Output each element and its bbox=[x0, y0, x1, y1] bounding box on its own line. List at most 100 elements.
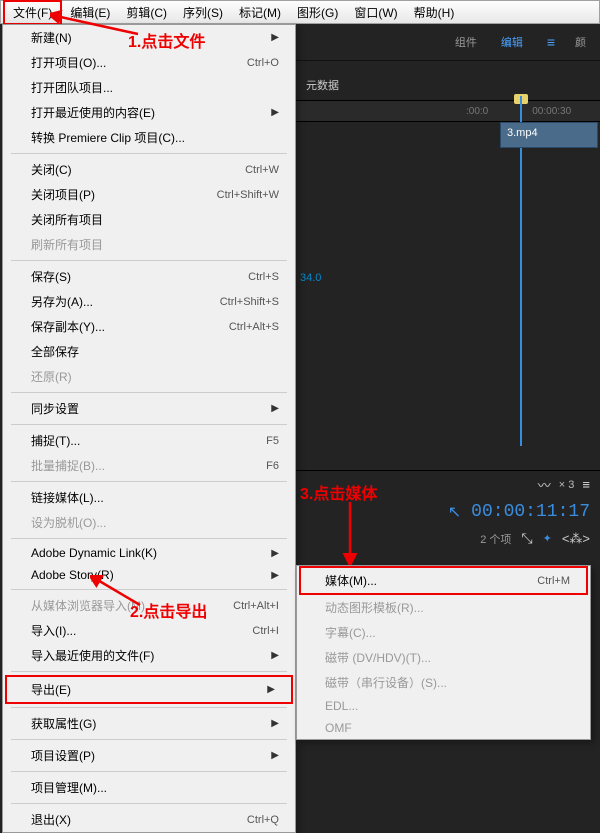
timecode-display[interactable]: 00:00:11:17 bbox=[471, 502, 590, 522]
items-count: 2 个项 bbox=[480, 531, 511, 547]
file-menu-item-23: 设为脱机(O)... bbox=[3, 510, 295, 535]
file-menu-item-8[interactable]: 关闭所有项目 bbox=[3, 207, 295, 232]
file-menu-item-14[interactable]: 全部保存 bbox=[3, 339, 295, 364]
export-menu-item-2: 字幕(C)... bbox=[297, 620, 590, 645]
file-menu-item-label: 关闭项目(P) bbox=[31, 186, 95, 203]
timeline-ruler[interactable]: :00:0 00:00:30 bbox=[296, 100, 600, 122]
file-menu-item-11[interactable]: 保存(S)Ctrl+S bbox=[3, 264, 295, 289]
ruler-tc1: :00:0 bbox=[466, 106, 488, 117]
submenu-arrow-icon: ▶ bbox=[271, 32, 279, 43]
menu-marker[interactable]: 标记(M) bbox=[231, 2, 289, 23]
file-menu-item-label: 导入(I)... bbox=[31, 622, 76, 639]
menu-edit[interactable]: 编辑(E) bbox=[62, 2, 118, 23]
file-menu-item-2[interactable]: 打开团队项目... bbox=[3, 75, 295, 100]
export-menu-item-label: 磁带（串行设备）(S)... bbox=[325, 674, 447, 691]
export-menu-item-5: EDL... bbox=[297, 695, 590, 717]
export-menu-item-label: EDL... bbox=[325, 699, 358, 713]
file-menu-item-label: 从媒体浏览器导入(M) bbox=[31, 597, 145, 614]
menu-help[interactable]: 帮助(H) bbox=[406, 2, 463, 23]
file-menu-item-label: 获取属性(G) bbox=[31, 715, 96, 732]
file-menu-item-12[interactable]: 另存为(A)... Ctrl+Shift+S bbox=[3, 289, 295, 314]
export-menu-item-label: 字幕(C)... bbox=[325, 624, 376, 641]
file-menu-shortcut: Ctrl+Shift+W bbox=[217, 189, 279, 201]
file-menu-item-label: Adobe Story(R) bbox=[31, 568, 114, 582]
file-menu-item-label: 还原(R) bbox=[31, 368, 72, 385]
export-menu-item-label: 磁带 (DV/HDV)(T)... bbox=[325, 649, 431, 666]
cursor-icon[interactable]: ↖ bbox=[448, 502, 461, 522]
submenu-arrow-icon: ▶ bbox=[271, 403, 279, 414]
file-menu-item-label: 新建(N) bbox=[31, 29, 72, 46]
tab-edit[interactable]: 编辑 bbox=[497, 32, 527, 52]
file-menu-item-25[interactable]: Adobe Dynamic Link(K)▶ bbox=[3, 542, 295, 564]
ruler-tc2: 00:00:30 bbox=[532, 106, 571, 117]
file-menu-item-label: 打开项目(O)... bbox=[31, 54, 106, 71]
file-menu-item-label: 导出(E) bbox=[31, 681, 71, 698]
submenu-arrow-icon: ▶ bbox=[271, 750, 279, 761]
export-menu-item-0[interactable]: 媒体(M)...Ctrl+M bbox=[299, 566, 588, 595]
file-menu-item-22[interactable]: 链接媒体(L)... bbox=[3, 485, 295, 510]
menu-clip[interactable]: 剪辑(C) bbox=[118, 2, 175, 23]
file-menu-shortcut: Ctrl+Shift+S bbox=[220, 296, 279, 308]
hamburger-icon[interactable]: ≡ bbox=[547, 34, 555, 50]
export-menu-item-6: OMF bbox=[297, 717, 590, 739]
file-menu-item-label: 打开团队项目... bbox=[31, 79, 113, 96]
submenu-arrow-icon: ▶ bbox=[267, 684, 275, 695]
file-menu-separator bbox=[11, 481, 287, 482]
file-dropdown: 新建(N) ▶ 打开项目(O)...Ctrl+O 打开团队项目... 打开最近使用的内容… bbox=[2, 24, 296, 833]
workspace-tabs: 组件 编辑 ≡ 颜 bbox=[296, 24, 600, 61]
file-menu-item-4[interactable]: 转换 Premiere Clip 项目(C)... bbox=[3, 125, 295, 150]
menu-sequence[interactable]: 序列(S) bbox=[175, 2, 231, 23]
file-menu-item-29[interactable]: 导入(I)...Ctrl+I bbox=[3, 618, 295, 643]
sequence-tab[interactable]: × 3 bbox=[559, 479, 575, 491]
video-clip[interactable]: 3.mp4 bbox=[500, 122, 598, 148]
file-menu-item-label: 关闭(C) bbox=[31, 161, 72, 178]
file-menu-item-label: 同步设置 bbox=[31, 400, 79, 417]
file-menu-item-label: 打开最近使用的内容(E) bbox=[31, 104, 155, 121]
file-menu-item-label: 退出(X) bbox=[31, 811, 71, 828]
file-menu-item-17[interactable]: 同步设置 ▶ bbox=[3, 396, 295, 421]
file-menu-item-40[interactable]: 退出(X)Ctrl+Q bbox=[3, 807, 295, 832]
file-menu-item-3[interactable]: 打开最近使用的内容(E)▶ bbox=[3, 100, 295, 125]
file-menu-item-32[interactable]: 导出(E) ▶ bbox=[5, 675, 293, 704]
file-menu-separator bbox=[11, 538, 287, 539]
file-menu-item-36[interactable]: 项目设置(P)▶ bbox=[3, 743, 295, 768]
file-menu-item-label: 链接媒体(L)... bbox=[31, 489, 104, 506]
menu-graphics[interactable]: 图形(G) bbox=[289, 2, 346, 23]
file-menu-separator bbox=[11, 671, 287, 672]
file-menu-item-label: 项目管理(M)... bbox=[31, 779, 107, 796]
file-menu-item-7[interactable]: 关闭项目(P) Ctrl+Shift+W bbox=[3, 182, 295, 207]
file-menu-item-30[interactable]: 导入最近使用的文件(F)▶ bbox=[3, 643, 295, 668]
file-menu-shortcut: Ctrl+Alt+S bbox=[229, 321, 279, 333]
file-menu-item-label: 设为脱机(O)... bbox=[31, 514, 106, 531]
file-menu-item-label: 另存为(A)... bbox=[31, 293, 93, 310]
file-menu-item-label: 转换 Premiere Clip 项目(C)... bbox=[31, 129, 185, 146]
file-menu-item-38[interactable]: 项目管理(M)... bbox=[3, 775, 295, 800]
file-menu-separator bbox=[11, 424, 287, 425]
tab-components[interactable]: 组件 bbox=[451, 32, 481, 52]
menu-file[interactable]: 文件(F) bbox=[3, 0, 62, 25]
file-menu-item-label: 关闭所有项目 bbox=[31, 211, 103, 228]
file-menu-separator bbox=[11, 153, 287, 154]
file-menu-item-28: 从媒体浏览器导入(M)Ctrl+Alt+I bbox=[3, 593, 295, 618]
file-menu-item-0[interactable]: 新建(N) ▶ bbox=[3, 25, 295, 50]
link-icon[interactable]: <⁂> bbox=[562, 531, 590, 547]
file-menu-item-1[interactable]: 打开项目(O)...Ctrl+O bbox=[3, 50, 295, 75]
file-menu-separator bbox=[11, 803, 287, 804]
playhead[interactable] bbox=[520, 96, 522, 446]
menu-window[interactable]: 窗口(W) bbox=[346, 2, 405, 23]
export-menu-item-label: 媒体(M)... bbox=[325, 572, 377, 589]
submenu-arrow-icon: ▶ bbox=[271, 570, 279, 581]
file-menu-item-20: 批量捕捉(B)...F6 bbox=[3, 453, 295, 478]
file-menu-shortcut: F5 bbox=[266, 435, 279, 447]
file-menu-item-26[interactable]: Adobe Story(R) ▶ bbox=[3, 564, 295, 586]
file-menu-item-34[interactable]: 获取属性(G)▶ bbox=[3, 711, 295, 736]
file-menu-separator bbox=[11, 739, 287, 740]
file-menu-item-6[interactable]: 关闭(C)Ctrl+W bbox=[3, 157, 295, 182]
panel-menu-icon[interactable]: ≡ bbox=[582, 477, 590, 492]
file-menu-item-label: 刷新所有项目 bbox=[31, 236, 103, 253]
snap-icon[interactable]: ⤡ bbox=[521, 530, 532, 547]
tab-color[interactable]: 颜 bbox=[571, 32, 590, 52]
num-text: 34.0 bbox=[300, 272, 321, 284]
file-menu-item-19[interactable]: 捕捉(T)...F5 bbox=[3, 428, 295, 453]
file-menu-item-13[interactable]: 保存副本(Y)...Ctrl+Alt+S bbox=[3, 314, 295, 339]
